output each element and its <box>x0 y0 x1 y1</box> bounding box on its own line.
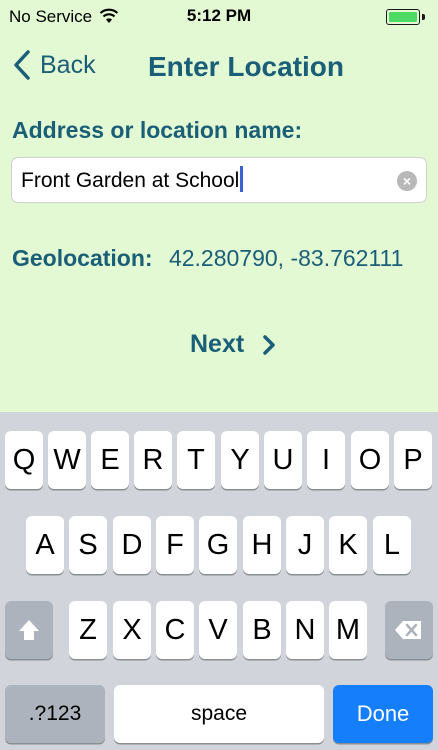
key-y[interactable]: Y <box>221 431 259 489</box>
address-value: Front Garden at School <box>21 169 240 192</box>
space-key[interactable]: space <box>114 685 324 743</box>
address-input[interactable]: Front Garden at School × <box>11 157 427 203</box>
shift-key[interactable] <box>5 601 53 659</box>
key-l[interactable]: L <box>373 516 411 574</box>
key-q[interactable]: Q <box>5 431 43 489</box>
next-button[interactable]: Next <box>190 330 278 359</box>
key-f[interactable]: F <box>156 516 194 574</box>
numbers-key[interactable]: .?123 <box>5 685 105 743</box>
chevron-right-icon <box>263 334 275 355</box>
key-b[interactable]: B <box>243 601 281 659</box>
geolocation-row: Geolocation: 42.280790, -83.762111 <box>12 245 403 272</box>
clock: 5:12 PM <box>186 6 252 25</box>
key-j[interactable]: J <box>286 516 324 574</box>
key-h[interactable]: H <box>243 516 281 574</box>
key-i[interactable]: I <box>307 431 345 489</box>
key-w[interactable]: W <box>48 431 86 489</box>
key-k[interactable]: K <box>329 516 367 574</box>
navigation-bar: Back Enter Location <box>0 34 438 98</box>
done-key[interactable]: Done <box>333 685 433 743</box>
key-u[interactable]: U <box>264 431 302 489</box>
next-label: Next <box>190 330 245 358</box>
key-e[interactable]: E <box>91 431 129 489</box>
key-x[interactable]: X <box>113 601 151 659</box>
key-n[interactable]: N <box>286 601 324 659</box>
shift-icon <box>19 620 39 640</box>
key-r[interactable]: R <box>134 431 172 489</box>
key-a[interactable]: A <box>26 516 64 574</box>
key-t[interactable]: T <box>177 431 215 489</box>
key-p[interactable]: P <box>394 431 432 489</box>
battery-level <box>389 12 417 22</box>
geolocation-value: 42.280790, -83.762111 <box>168 245 404 271</box>
text-cursor <box>240 166 244 193</box>
clear-text-button[interactable]: × <box>397 171 417 191</box>
key-m[interactable]: M <box>329 601 367 659</box>
keyboard: Q W E R T Y U I O P A S D F G H J K L Z … <box>0 412 438 750</box>
key-s[interactable]: S <box>69 516 107 574</box>
backspace-icon <box>395 621 421 639</box>
status-bar: No Service 5:12 PM <box>0 0 438 34</box>
battery-icon <box>386 9 425 25</box>
page-title: Enter Location <box>147 51 344 82</box>
address-label: Address or location name: <box>12 117 303 143</box>
key-z[interactable]: Z <box>69 601 107 659</box>
delete-key[interactable] <box>385 601 433 659</box>
key-c[interactable]: C <box>156 601 194 659</box>
key-g[interactable]: G <box>199 516 237 574</box>
geolocation-label: Geolocation: <box>12 245 153 271</box>
key-d[interactable]: D <box>113 516 151 574</box>
key-o[interactable]: O <box>351 431 389 489</box>
key-v[interactable]: V <box>199 601 237 659</box>
